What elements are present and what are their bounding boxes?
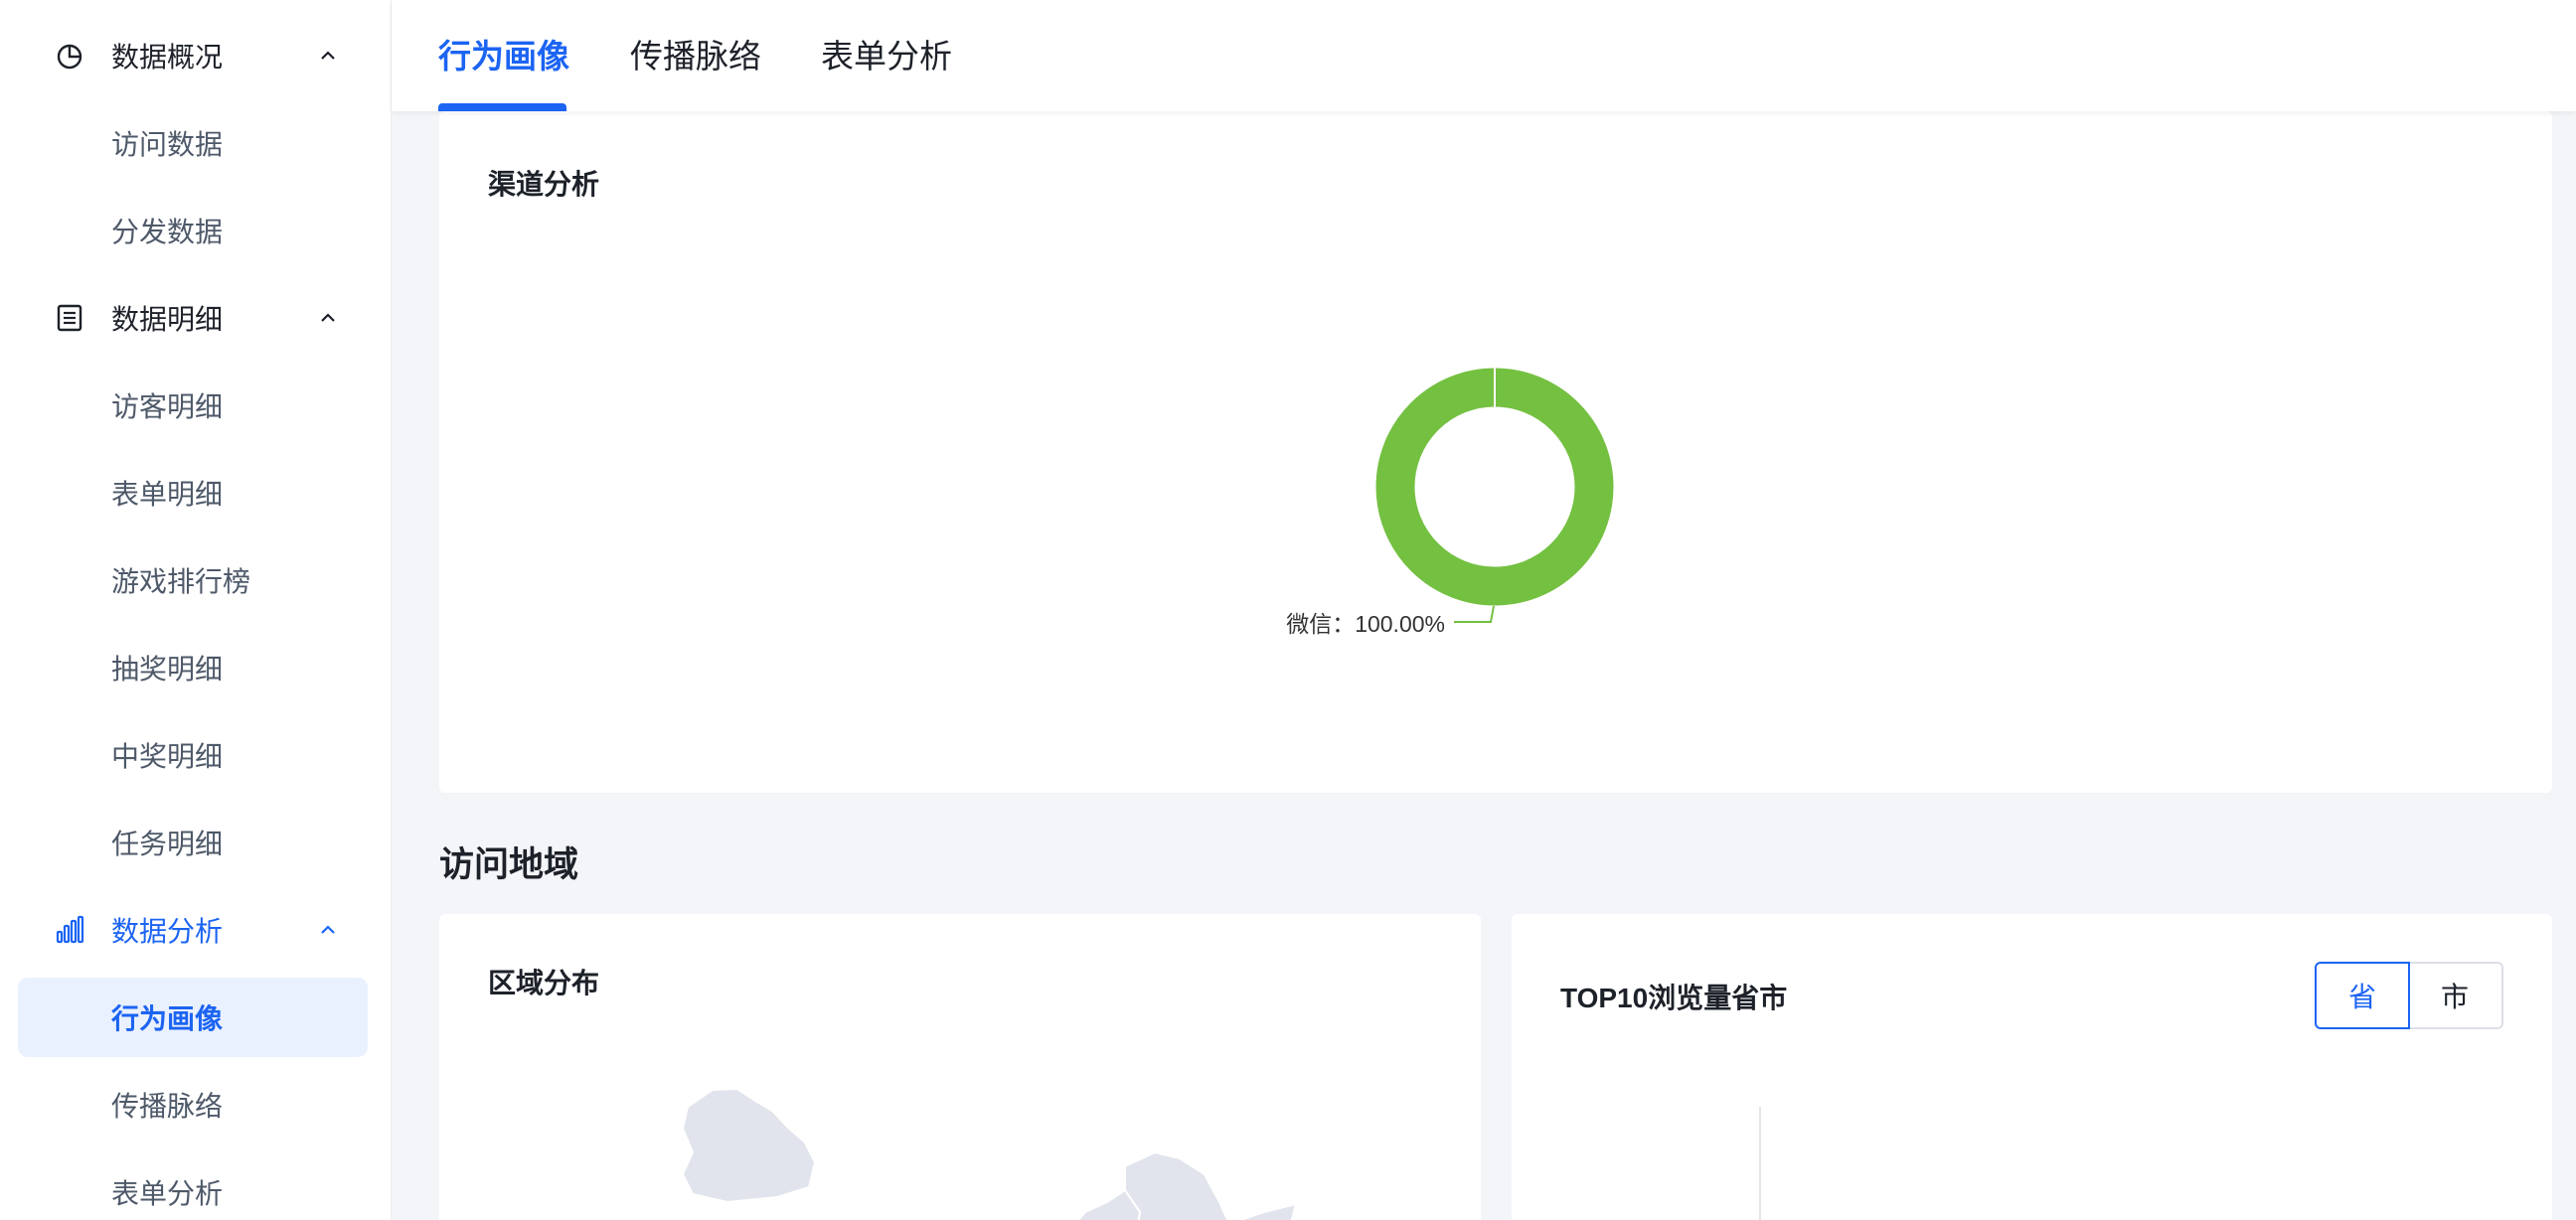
sidebar-item-behavior-profile[interactable]: 行为画像 (18, 978, 368, 1057)
active-tab-indicator (438, 103, 566, 111)
map-region-xinjiang[interactable] (681, 1087, 817, 1204)
china-map (681, 1087, 1298, 1220)
sidebar-item-form-analysis[interactable]: 表单分析 (18, 1152, 368, 1220)
sidebar-item-visit-data[interactable]: 访问数据 (18, 103, 368, 183)
donut-slice-wechat[interactable] (1375, 368, 1614, 606)
sidebar-item-game-ranking[interactable]: 游戏排行榜 (18, 540, 368, 620)
donut-label-wechat: 微信：100.00% (1286, 611, 1445, 637)
top10-title: TOP10浏览量省市 (1560, 983, 1788, 1013)
map-region-liaoning[interactable] (1229, 1202, 1298, 1220)
sidebar-item-winning-details[interactable]: 中奖明细 (18, 715, 368, 795)
top10-provinces-card: TOP10浏览量省市 (1512, 914, 2552, 1220)
toggle-province-button[interactable]: 省 (2315, 962, 2410, 1029)
sidebar-item-propagation-path[interactable]: 传播脉络 (18, 1065, 368, 1144)
sidebar-item-visitor-details[interactable]: 访客明细 (18, 366, 368, 445)
donut-label-leader-line (1454, 605, 1495, 623)
sidebar: 数据概况 访问数据 分发数据 数据明细 访客明细 表单明细 游戏排行榜 抽奖明细… (0, 0, 392, 1220)
bar-chart-axis-line (1759, 1107, 1761, 1220)
map-region-northeast[interactable] (1124, 1150, 1234, 1220)
sidebar-item-lottery-details[interactable]: 抽奖明细 (18, 628, 368, 707)
chevron-up-icon[interactable] (316, 44, 340, 68)
toggle-city-button[interactable]: 市 (2408, 962, 2503, 1029)
chevron-up-icon[interactable] (316, 306, 340, 330)
sidebar-item-distribution-data[interactable]: 分发数据 (18, 191, 368, 270)
top-tab-bar: 行为画像 传播脉络 表单分析 (392, 0, 2576, 111)
sidebar-group-data-details[interactable]: 数据明细 (0, 274, 392, 362)
sidebar-item-form-details[interactable]: 表单明细 (18, 453, 368, 533)
sidebar-group-label: 数据概况 (111, 42, 224, 73)
tab-behavior-profile[interactable]: 行为画像 (438, 30, 569, 111)
sidebar-group-label: 数据分析 (111, 916, 224, 947)
sidebar-item-task-details[interactable]: 任务明细 (18, 803, 368, 882)
list-document-icon (57, 304, 82, 332)
sidebar-group-data-overview[interactable]: 数据概况 (0, 12, 392, 99)
bar-chart-icon (56, 915, 84, 944)
tab-propagation-path[interactable]: 传播脉络 (630, 30, 761, 111)
section-title-visit-region: 访问地域 (439, 845, 579, 884)
sidebar-group-label: 数据明细 (111, 304, 224, 335)
channel-analysis-card: 渠道分析 微信：100.00% (439, 111, 2552, 793)
tab-form-analysis[interactable]: 表单分析 (821, 30, 952, 111)
pie-chart-icon (57, 44, 82, 70)
region-distribution-card: 区域分布 (439, 914, 1481, 1220)
chevron-up-icon[interactable] (316, 918, 340, 942)
channel-donut-chart: 微信：100.00% (1286, 368, 1614, 637)
sidebar-group-data-analysis[interactable]: 数据分析 (0, 886, 392, 974)
map-region-inner-mongolia[interactable] (1065, 1188, 1142, 1220)
